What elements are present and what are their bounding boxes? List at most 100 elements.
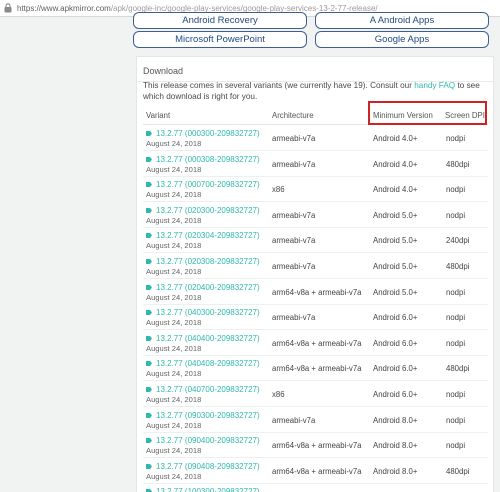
table-row: 13.2.77 (090408-209832727) August 24, 201…	[143, 459, 488, 484]
variant-date: August 24, 2018	[146, 446, 202, 456]
table-row: 13.2.77 (020304-209832727) August 24, 201…	[143, 228, 488, 254]
apk-tag-icon	[146, 387, 152, 392]
table-row: 13.2.77 (090300-209832727) August 24, 201…	[143, 408, 488, 433]
variant-version: 13.2.77 (000300-209832727)	[156, 129, 260, 138]
android-recovery-button[interactable]: Android Recovery	[133, 12, 307, 29]
table-row: 13.2.77 (000300-209832727) August 24, 201…	[143, 126, 488, 151]
apk-tag-icon	[146, 463, 152, 469]
variant-screen-dpi: 240dpi	[446, 236, 470, 246]
variant-link[interactable]: 13.2.77 (020308-209832727)	[146, 257, 260, 266]
variant-screen-dpi: nodpi	[446, 210, 466, 220]
variant-architecture: armeabi-v7a	[272, 415, 316, 425]
variant-version: 13.2.77 (090408-209832727)	[156, 461, 260, 471]
variant-architecture: arm64-v8a + armeabi-v7a	[272, 364, 362, 374]
variant-architecture: arm64-v8a + armeabi-v7a	[272, 466, 362, 476]
variant-link[interactable]: 13.2.77 (040700-209832727)	[146, 385, 260, 394]
variant-date: August 24, 2018	[146, 471, 202, 481]
microsoft-powerpoint-button[interactable]: Microsoft PowerPoint	[133, 31, 307, 48]
apk-tag-icon	[146, 156, 152, 162]
url-domain: https://www.apkmirror.com	[17, 3, 111, 13]
variant-link[interactable]: 13.2.77 (090408-209832727)	[146, 462, 260, 471]
google-apps-label: Google Apps	[374, 34, 430, 45]
variant-min-version: Android 6.0+	[373, 313, 418, 323]
table-row: 13.2.77 (000700-209832727) August 24, 201…	[143, 177, 488, 203]
download-title: Download	[143, 66, 184, 76]
variant-screen-dpi: nodpi	[446, 390, 466, 399]
variant-link[interactable]: 13.2.77 (040300-209832727)	[146, 308, 260, 317]
variant-link[interactable]: 13.2.77 (090300-209832727)	[146, 411, 260, 420]
column-header-architecture: Architecture	[272, 111, 314, 120]
apk-tag-icon	[146, 335, 152, 341]
variant-date: August 24, 2018	[146, 292, 202, 302]
variant-date: August 24, 2018	[146, 139, 202, 148]
variant-screen-dpi: 480dpi	[446, 364, 470, 374]
variant-architecture: arm64-v8a + armeabi-v7a	[272, 287, 362, 297]
variant-date: August 24, 2018	[146, 190, 202, 200]
apk-tag-icon	[146, 361, 152, 367]
variant-min-version: Android 5.0+	[373, 262, 418, 271]
apk-tag-icon	[146, 259, 152, 264]
handy-faq-link[interactable]: handy FAQ	[414, 81, 455, 90]
variant-architecture: armeabi-v7a	[272, 313, 316, 323]
variant-architecture: armeabi-v7a	[272, 262, 316, 271]
variant-link[interactable]: 13.2.77 (100300-209832727)	[146, 487, 260, 492]
variant-architecture: armeabi-v7a	[272, 210, 316, 220]
variant-architecture: arm64-v8a + armeabi-v7a	[272, 338, 362, 348]
variant-date: August 24, 2018	[146, 164, 202, 174]
highlight-box	[368, 101, 487, 125]
variant-version: 13.2.77 (020308-209832727)	[156, 257, 260, 266]
variant-min-version: Android 8.0+	[373, 415, 418, 425]
variant-version: 13.2.77 (020300-209832727)	[156, 205, 260, 215]
a-android-apps-label: A Android Apps	[369, 15, 435, 26]
variant-date: August 24, 2018	[146, 215, 202, 225]
variant-screen-dpi: nodpi	[446, 185, 466, 195]
variant-link[interactable]: 13.2.77 (000300-209832727)	[146, 129, 260, 138]
variant-date: August 24, 2018	[146, 267, 202, 276]
apk-tag-icon	[146, 438, 152, 444]
variant-version: 13.2.77 (090300-209832727)	[156, 410, 260, 420]
table-row: 13.2.77 (040300-209832727) August 24, 201…	[143, 305, 488, 331]
variant-screen-dpi: 480dpi	[446, 262, 470, 271]
microsoft-powerpoint-label: Microsoft PowerPoint	[175, 34, 265, 45]
variant-min-version: Android 8.0+	[373, 466, 418, 476]
variant-date: August 24, 2018	[146, 369, 202, 379]
table-row: 13.2.77 (020400-209832727) August 24, 201…	[143, 280, 488, 305]
variant-link[interactable]: 13.2.77 (040400-209832727)	[146, 334, 260, 343]
variant-link[interactable]: 13.2.77 (000308-209832727)	[146, 155, 260, 164]
variant-version: 13.2.77 (040300-209832727)	[156, 308, 260, 318]
variant-link[interactable]: 13.2.77 (020300-209832727)	[146, 206, 260, 215]
variant-link[interactable]: 13.2.77 (020304-209832727)	[146, 231, 260, 240]
variant-date: August 24, 2018	[146, 395, 202, 404]
variant-architecture: armeabi-v7a	[272, 134, 316, 143]
variant-min-version: Android 6.0+	[373, 364, 418, 374]
android-recovery-label: Android Recovery	[182, 15, 258, 26]
table-row: 13.2.77 (020300-209832727) August 24, 201…	[143, 203, 488, 228]
google-apps-button[interactable]: Google Apps	[315, 31, 489, 48]
variant-link[interactable]: 13.2.77 (090400-209832727)	[146, 436, 260, 445]
variant-version: 13.2.77 (000308-209832727)	[156, 154, 260, 164]
apk-tag-icon	[146, 131, 152, 136]
apk-tag-icon	[146, 182, 152, 188]
column-header-variant: Variant	[146, 111, 171, 120]
variant-min-version: Android 4.0+	[373, 185, 418, 195]
variant-min-version: Android 4.0+	[373, 134, 418, 143]
table-row: 13.2.77 (040408-209832727) August 24, 201…	[143, 356, 488, 382]
variant-architecture: arm64-v8a + armeabi-v7a	[272, 441, 362, 451]
variant-version: 13.2.77 (090400-209832727)	[156, 436, 260, 446]
table-row: 13.2.77 (000308-209832727) August 24, 201…	[143, 152, 488, 177]
variant-architecture: armeabi-v7a	[272, 236, 316, 246]
variant-link[interactable]: 13.2.77 (040408-209832727)	[146, 359, 260, 368]
variant-link[interactable]: 13.2.77 (020400-209832727)	[146, 283, 260, 292]
variant-screen-dpi: nodpi	[446, 313, 466, 323]
variant-date: August 24, 2018	[146, 318, 202, 328]
apk-tag-icon	[146, 233, 152, 239]
a-android-apps-button[interactable]: A Android Apps	[315, 12, 489, 29]
variant-min-version: Android 4.0+	[373, 159, 418, 169]
variant-min-version: Android 8.0+	[373, 441, 418, 451]
variant-link[interactable]: 13.2.77 (000700-209832727)	[146, 180, 260, 189]
variant-version: 13.2.77 (000700-209832727)	[156, 180, 260, 190]
variant-screen-dpi: nodpi	[446, 287, 466, 297]
variant-min-version: Android 5.0+	[373, 236, 418, 246]
variant-screen-dpi: nodpi	[446, 415, 466, 425]
variant-date: August 24, 2018	[146, 241, 202, 251]
